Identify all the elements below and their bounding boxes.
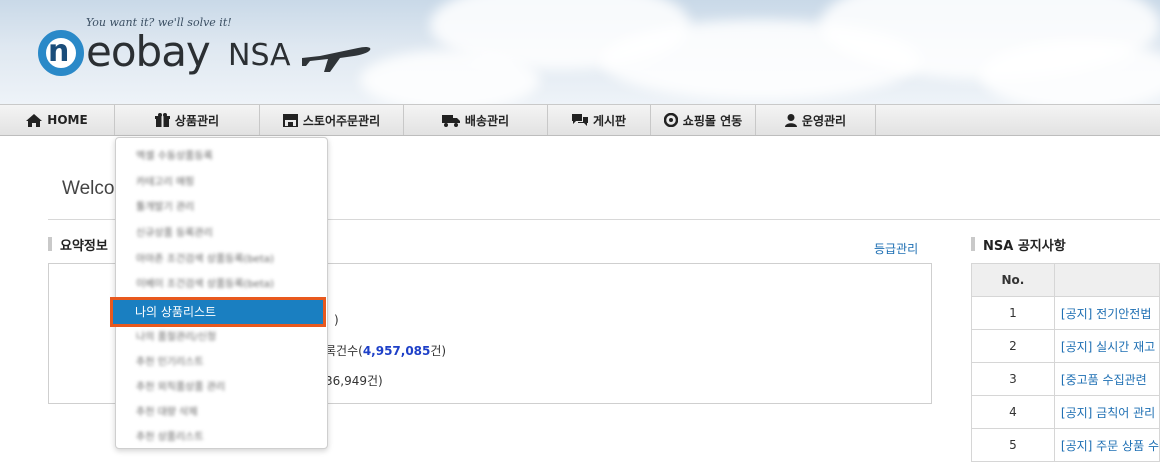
summary-line-2-suffix: 건) — [430, 344, 447, 358]
dropdown-item[interactable]: 추천 상품리스트 — [136, 428, 204, 448]
chat-icon — [571, 113, 588, 126]
nav-mall-link[interactable]: 쇼핑몰 연동 — [651, 105, 756, 135]
dropdown-item[interactable]: 카테고리 매핑 — [136, 173, 194, 193]
dropdown-item[interactable]: 아마존 조건검색 상품등록(beta) — [136, 250, 274, 270]
notice-no: 1 — [971, 296, 1055, 330]
header: You want it? we'll solve it! n eobay NSA — [0, 0, 1160, 104]
summary-line-3: 36,949건) — [325, 374, 383, 388]
dropdown-active-label: 나의 상품리스트 — [135, 305, 217, 319]
logo-letter: n — [48, 34, 70, 69]
notice-col-no: No. — [971, 263, 1055, 297]
notice-table: No. 1 [공지] 전기안전법 2 [공지] 실시간 재고 3 [중고품 수집… — [971, 263, 1160, 462]
dropdown-item-my-product-list[interactable]: 나의 상품리스트 — [110, 297, 326, 327]
notice-link[interactable]: [중고품 수집관련 — [1053, 362, 1160, 396]
nav-operations-label: 운영관리 — [801, 113, 847, 128]
store-icon — [282, 113, 298, 127]
notice-header-row: No. — [971, 263, 1160, 297]
summary-title: 요약정보 — [48, 235, 108, 254]
nav-store-order[interactable]: 스토어주문관리 — [260, 105, 404, 135]
summary-line-2-prefix: 록건수( — [325, 344, 363, 358]
nav-product-label: 상품관리 — [174, 113, 220, 128]
notice-link[interactable]: [공지] 전기안전법 — [1053, 296, 1160, 330]
home-icon — [26, 113, 43, 127]
notice-link[interactable]: [공지] 금칙어 관리 — [1053, 395, 1160, 429]
main-nav: HOME 상품관리 스토어주문관리 배송관리 게시판 쇼핑몰 연동 운영관리 — [0, 104, 1160, 136]
nav-store-order-label: 스토어주문관리 — [302, 113, 381, 128]
logo-nsa: NSA — [228, 38, 291, 73]
table-row: 5 [공지] 주문 상품 수 — [971, 428, 1160, 462]
nav-shipping[interactable]: 배송관리 — [404, 105, 548, 135]
dropdown-item[interactable]: 툴개발기 관리 — [136, 198, 194, 218]
nav-mall-link-label: 쇼핑몰 연동 — [682, 113, 743, 128]
nav-shipping-label: 배송관리 — [464, 113, 510, 128]
table-row: 4 [공지] 금칙어 관리 — [971, 395, 1160, 429]
table-row: 2 [공지] 실시간 재고 — [971, 329, 1160, 363]
product-dropdown-menu: 엑셀 수동상품등록 카테고리 매핑 툴개발기 관리 신규상품 등록관리 아마존 … — [115, 137, 328, 449]
grade-management-link[interactable]: 등급관리 — [874, 240, 918, 257]
notice-link[interactable]: [공지] 실시간 재고 — [1053, 329, 1160, 363]
table-row: 1 [공지] 전기안전법 — [971, 296, 1160, 330]
nav-product[interactable]: 상품관리 — [115, 105, 260, 135]
table-row: 3 [중고품 수집관련 — [971, 362, 1160, 396]
user-icon — [784, 113, 797, 127]
registration-count: 4,957,085 — [362, 344, 431, 358]
welcome-text: Welco — [62, 178, 115, 199]
notice-title: NSA 공지사항 — [971, 235, 1066, 254]
summary-line-2: 록건수(4,957,085건) — [325, 342, 446, 359]
nav-home[interactable]: HOME — [0, 105, 115, 135]
truck-icon — [441, 114, 460, 127]
summary-line-1: ) — [334, 313, 339, 327]
dropdown-item[interactable]: 추천 대량 삭제 — [136, 403, 198, 423]
nav-board[interactable]: 게시판 — [548, 105, 651, 135]
dropdown-item[interactable]: 추천 외직품상품 관리 — [136, 378, 225, 398]
dropdown-item[interactable]: 엑셀 수동상품등록 — [136, 147, 213, 167]
sync-icon — [663, 113, 678, 127]
dropdown-item[interactable]: 이베이 조건검색 상품등록(beta) — [136, 275, 274, 295]
logo-text[interactable]: eobay — [86, 27, 211, 76]
notice-no: 5 — [971, 428, 1055, 462]
dropdown-item[interactable]: 추천 인기리스트 — [136, 353, 204, 373]
notice-no: 4 — [971, 395, 1055, 429]
notice-link[interactable]: [공지] 주문 상품 수 — [1053, 428, 1160, 462]
airplane-icon — [302, 46, 371, 72]
notice-no: 3 — [971, 362, 1055, 396]
dropdown-item[interactable]: 나의 품절관리/신청 — [136, 328, 216, 348]
gift-icon — [154, 113, 170, 127]
notice-col-title — [1053, 263, 1160, 297]
notice-no: 2 — [971, 329, 1055, 363]
nav-operations[interactable]: 운영관리 — [756, 105, 876, 135]
dropdown-item[interactable]: 신규상품 등록관리 — [136, 224, 213, 244]
nav-home-label: HOME — [47, 113, 88, 127]
nav-board-label: 게시판 — [592, 113, 627, 128]
